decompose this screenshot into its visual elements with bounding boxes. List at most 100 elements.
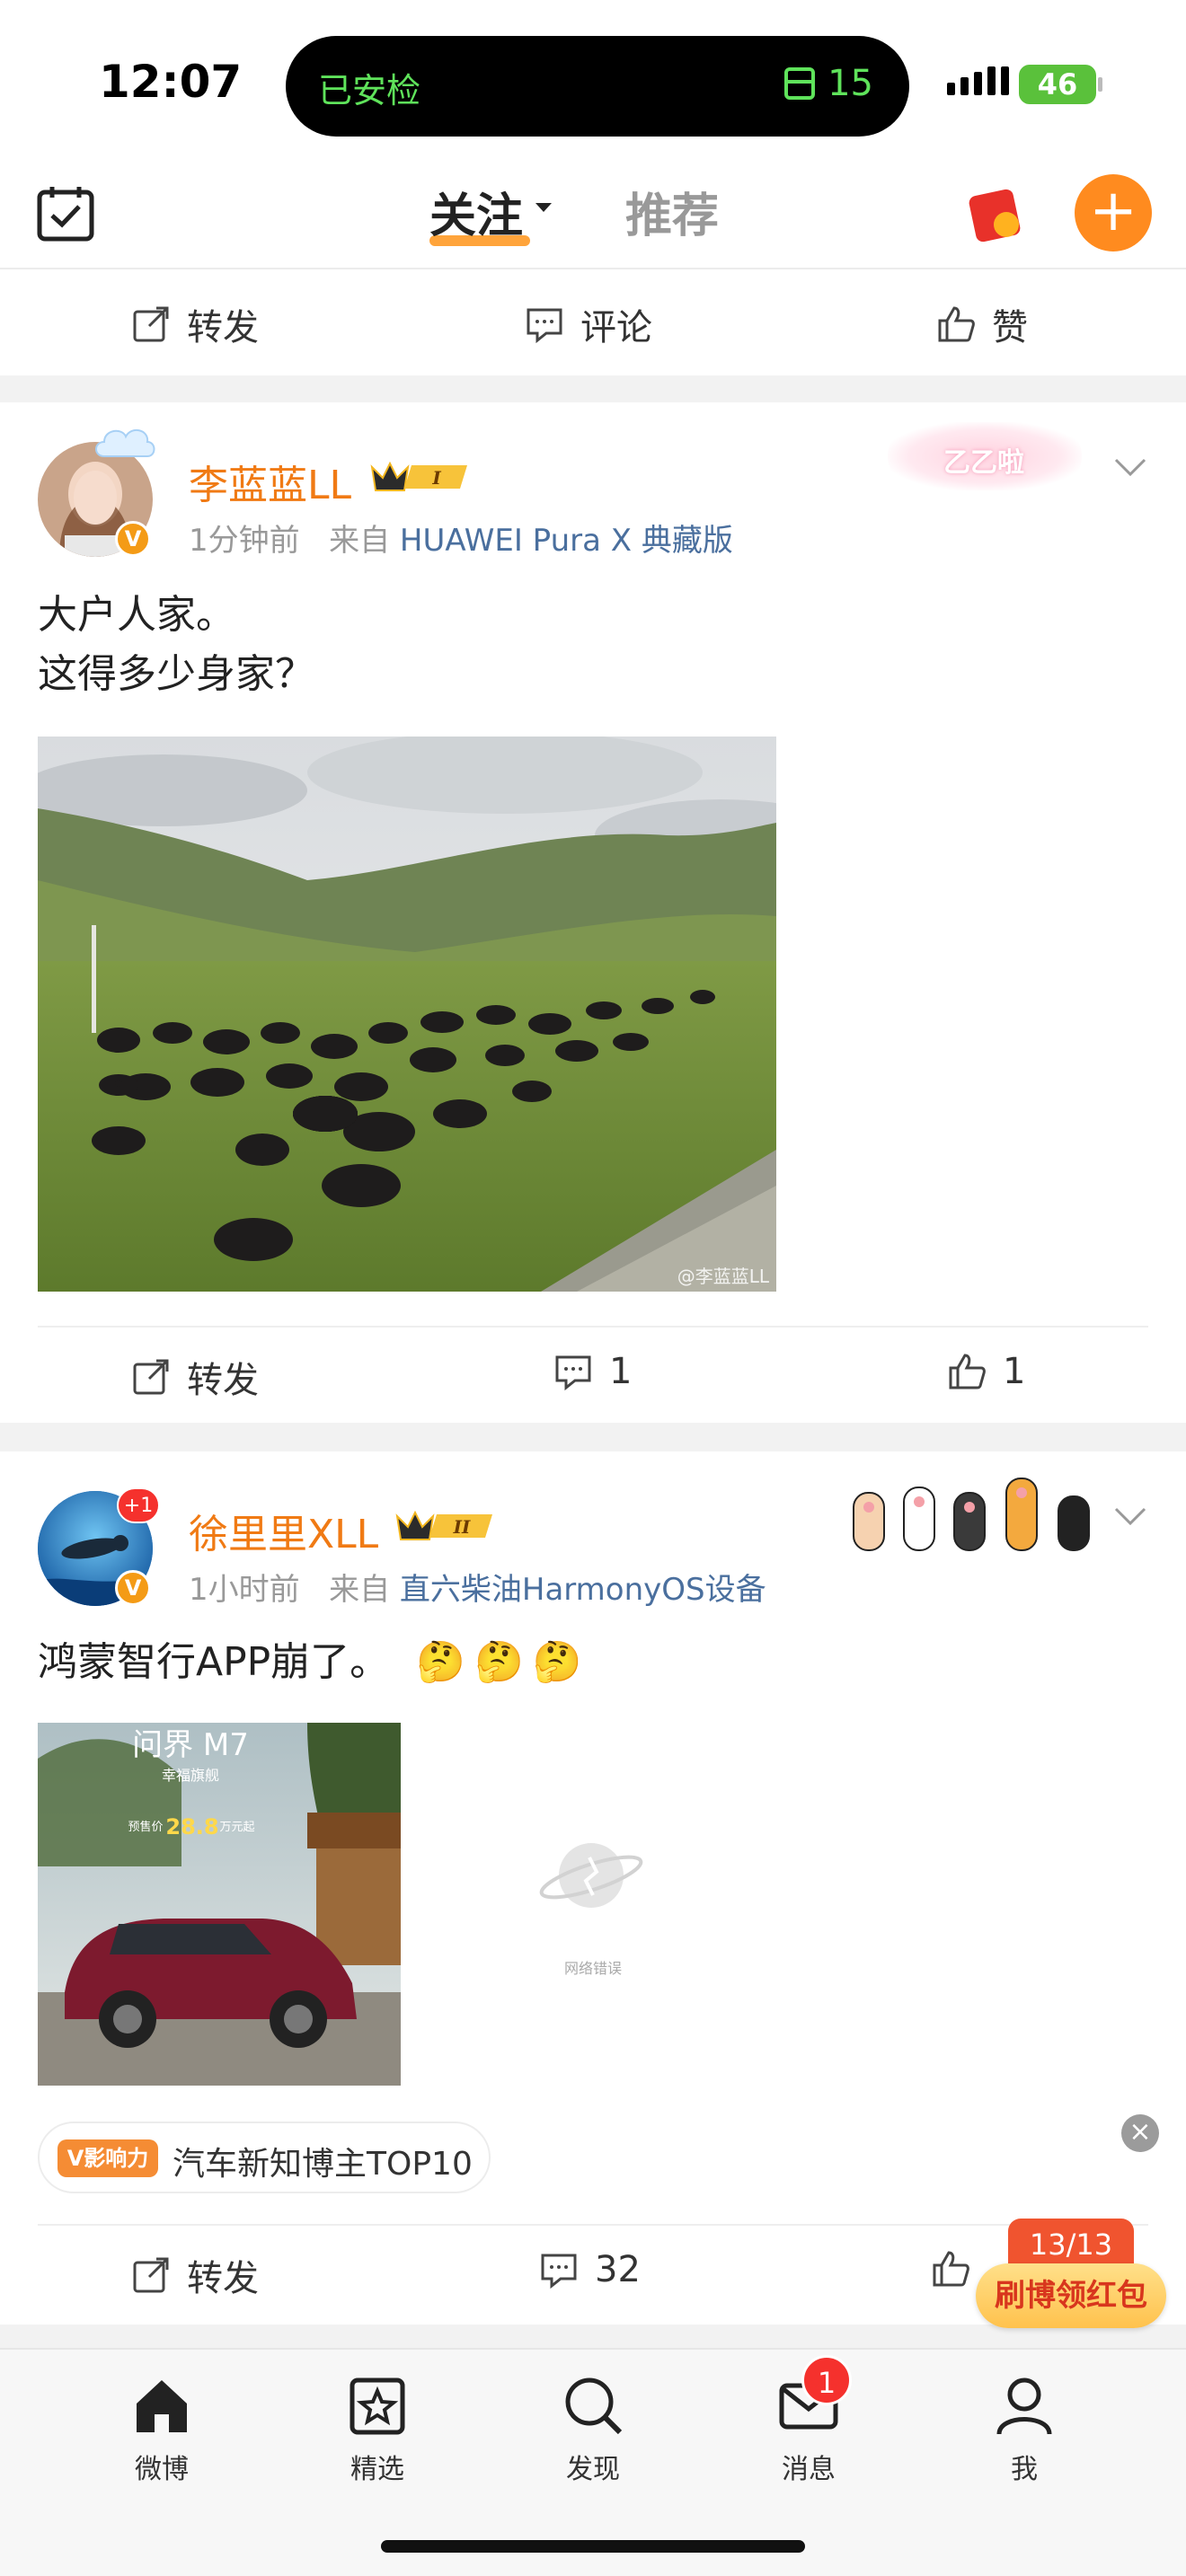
post1-action-bar: 转发 1 1 [0, 1328, 1186, 1417]
ad-price-label: 预售价 [128, 1820, 163, 1834]
membership-level-icon: I [370, 461, 467, 491]
battery-icon: 46 [1019, 65, 1096, 104]
user-icon [996, 2378, 1052, 2435]
prev-post-card: 转发 评论 赞 [0, 269, 1186, 375]
comment-icon [541, 2254, 577, 2289]
thumbs-up-icon [949, 1354, 986, 1389]
tab-featured[interactable]: 精选 [314, 2373, 440, 2486]
battery-cap [1098, 77, 1102, 92]
post-text: 鸿蒙智行APP崩了。 🤔 🤔 🤔 [38, 1633, 582, 1692]
post-image[interactable]: @李蓝蓝LL [38, 737, 776, 1292]
level-text: I [431, 467, 441, 489]
chevron-down-icon[interactable] [1114, 458, 1146, 478]
tab-label: 发现 [566, 2454, 620, 2485]
comment-icon [555, 1355, 591, 1391]
repost-button[interactable]: 转发 [131, 298, 259, 350]
username[interactable]: 徐里里XLL [189, 1502, 378, 1559]
source-prefix: 来自 [329, 523, 391, 559]
comment-button[interactable]: 32 [539, 2249, 641, 2290]
image-error-text: 网络错误 [563, 1960, 622, 1977]
tab-label: 微博 [135, 2454, 189, 2485]
repost-icon [133, 2257, 169, 2293]
post-text-line-2: 这得多少身家？ [38, 651, 314, 697]
tab-discover[interactable]: 发现 [530, 2373, 656, 2486]
repost-label: 转发 [187, 1360, 259, 1401]
influence-tag: V影响力 [58, 2139, 158, 2177]
repost-label: 转发 [187, 2258, 259, 2299]
like-label: 赞 [992, 307, 1028, 348]
status-bar: 12:07 已安检 15 46 [0, 0, 1186, 162]
broken-planet-icon [539, 1843, 643, 1908]
post-image-2[interactable]: 网络错误 [412, 1723, 774, 2086]
comment-label: 评论 [580, 307, 652, 348]
cat-paws-decoration-icon [853, 1478, 1090, 1551]
decoration-badge: 乙乙啦 [888, 422, 1082, 490]
tab-me[interactable]: 我 [961, 2373, 1087, 2486]
island-status-text: 已安检 [318, 71, 421, 110]
membership-level-icon: II [395, 1510, 492, 1540]
like-count: 1 [1003, 1351, 1026, 1392]
chevron-down-icon[interactable] [1114, 1507, 1146, 1527]
car-ad-photo: 问界 M7 幸福旗舰 预售价 28.8 万元起 [38, 1723, 401, 2086]
cloud-decoration-icon [95, 428, 155, 457]
signal-icon [947, 66, 1009, 95]
comment-button[interactable]: 1 [553, 1351, 632, 1392]
repost-button[interactable]: 转发 [131, 2249, 259, 2301]
verified-badge: V [115, 1570, 151, 1606]
username[interactable]: 李蓝蓝LL [189, 453, 351, 510]
dynamic-island[interactable]: 已安检 15 [286, 36, 909, 137]
emoji-thinking-3: 🤔 [532, 1639, 582, 1685]
like-button[interactable] [931, 2249, 970, 2289]
battery-level: 46 [1037, 67, 1078, 101]
top-nav: 关注 推荐 + [0, 162, 1186, 269]
close-icon[interactable]: × [1121, 2114, 1159, 2152]
like-button[interactable]: 1 [947, 1351, 1025, 1392]
message-badge: 1 [801, 2355, 852, 2405]
post-text: 大户人家。 这得多少身家？ [38, 586, 314, 704]
compose-plus-button[interactable]: + [1075, 174, 1152, 251]
post-image-1[interactable]: 问界 M7 幸福旗舰 预售价 28.8 万元起 [38, 1723, 401, 2086]
ad-subtitle: 幸福旗舰 [162, 1767, 219, 1784]
like-button[interactable]: 赞 [936, 298, 1028, 350]
verified-badge: V [115, 521, 151, 557]
image-watermark: @李蓝蓝LL [677, 1266, 770, 1287]
emoji-thinking-2: 🤔 [474, 1639, 524, 1685]
repost-button[interactable]: 转发 [131, 1351, 259, 1403]
post-card-2: +1 V 徐里里XLL II 1小时前 来自 直六柴油HarmonyOS设备 鸿… [0, 1451, 1186, 2325]
post-card-1: V 李蓝蓝LL I 1分钟前 来自 HUAWEI Pura X 典藏版 乙乙啦 … [0, 402, 1186, 1423]
yak-field-photo: @李蓝蓝LL [38, 737, 776, 1292]
caret-down-icon[interactable] [535, 203, 552, 212]
source-device[interactable]: 直六柴油HarmonyOS设备 [400, 1572, 766, 1608]
post-time: 1分钟前 [189, 523, 300, 559]
influence-text: 汽车新知博主TOP10 [173, 2146, 473, 2183]
post-time: 1小时前 [189, 1572, 300, 1608]
home-icon [137, 2380, 187, 2432]
repost-label: 转发 [187, 307, 259, 348]
prev-post-action-bar: 转发 评论 赞 [0, 275, 1186, 365]
thumbs-up-icon [933, 2251, 969, 2287]
tab-follow[interactable]: 关注 [429, 178, 523, 245]
comment-button[interactable]: 评论 [525, 298, 652, 350]
calendar-check-icon[interactable] [36, 183, 95, 243]
thumbs-up-icon [938, 306, 975, 342]
island-gate-info: 15 [783, 63, 873, 104]
tab-weibo[interactable]: 微博 [99, 2373, 225, 2486]
tab-recommend[interactable]: 推荐 [625, 178, 719, 245]
red-packet-reward-button[interactable]: 刷博领红包 [976, 2263, 1166, 2328]
comment-count: 1 [609, 1351, 633, 1392]
post-text-body: 鸿蒙智行APP崩了。 [38, 1639, 390, 1685]
home-indicator [381, 2540, 805, 2553]
level-text: II [453, 1516, 471, 1538]
island-count: 15 [828, 63, 873, 104]
star-badge-icon [350, 2378, 405, 2435]
influence-badge[interactable]: V影响力 汽车新知博主TOP10 [38, 2122, 491, 2193]
comment-count: 32 [595, 2249, 641, 2290]
tab-label: 精选 [350, 2454, 404, 2485]
ad-price-unit: 万元起 [219, 1821, 254, 1834]
red-packet-icon[interactable] [965, 185, 1030, 244]
avatar-badge: +1 [117, 1487, 160, 1523]
post-meta: 1分钟前 来自 HUAWEI Pura X 典藏版 [189, 516, 733, 560]
post-text-line-1: 大户人家。 [38, 592, 235, 638]
source-device[interactable]: HUAWEI Pura X 典藏版 [400, 523, 733, 559]
post-meta: 1小时前 来自 直六柴油HarmonyOS设备 [189, 1565, 766, 1609]
